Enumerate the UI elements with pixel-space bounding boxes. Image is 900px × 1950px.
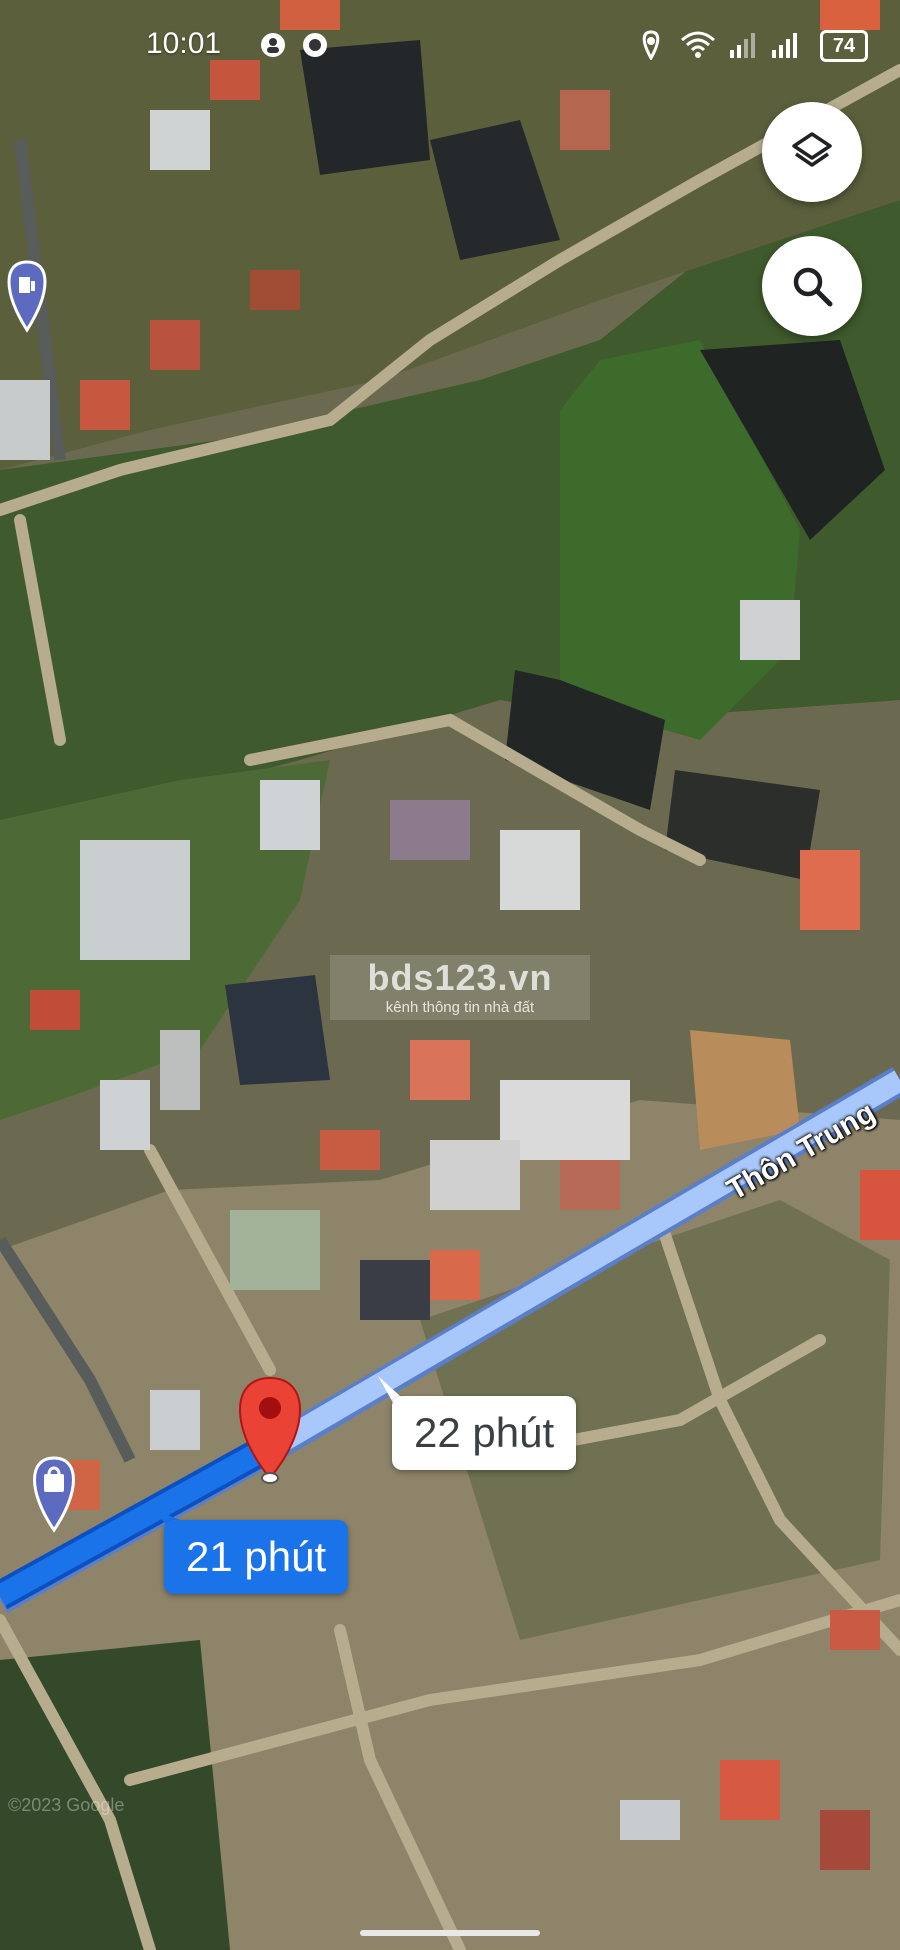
search-button[interactable] bbox=[762, 236, 862, 336]
layers-button[interactable] bbox=[762, 102, 862, 202]
clock: 10:01 bbox=[146, 27, 222, 60]
app-icon bbox=[303, 33, 327, 57]
navigation-bar bbox=[0, 1908, 900, 1950]
layers-icon bbox=[792, 132, 832, 167]
signal-icon bbox=[772, 33, 797, 58]
home-gesture-handle[interactable] bbox=[360, 1930, 540, 1936]
route-time-alternative[interactable]: 22 phút bbox=[392, 1396, 577, 1470]
search-icon bbox=[793, 267, 833, 307]
watermark-subtitle: kênh thông tin nhà đất bbox=[385, 999, 535, 1016]
app-icon bbox=[261, 33, 285, 57]
wifi-icon bbox=[681, 31, 715, 58]
map-attribution: ©2023 Google bbox=[8, 1795, 125, 1815]
battery-indicator: 74 bbox=[820, 30, 868, 62]
location-icon bbox=[642, 30, 660, 60]
watermark: bds123.vn kênh thông tin nhà đất bbox=[330, 955, 590, 1020]
status-bar: 10:01 74 bbox=[0, 0, 900, 90]
watermark-title: bds123.vn bbox=[367, 957, 553, 998]
signal-icon bbox=[730, 33, 755, 58]
route-time-selected[interactable]: 21 phút bbox=[164, 1520, 349, 1594]
